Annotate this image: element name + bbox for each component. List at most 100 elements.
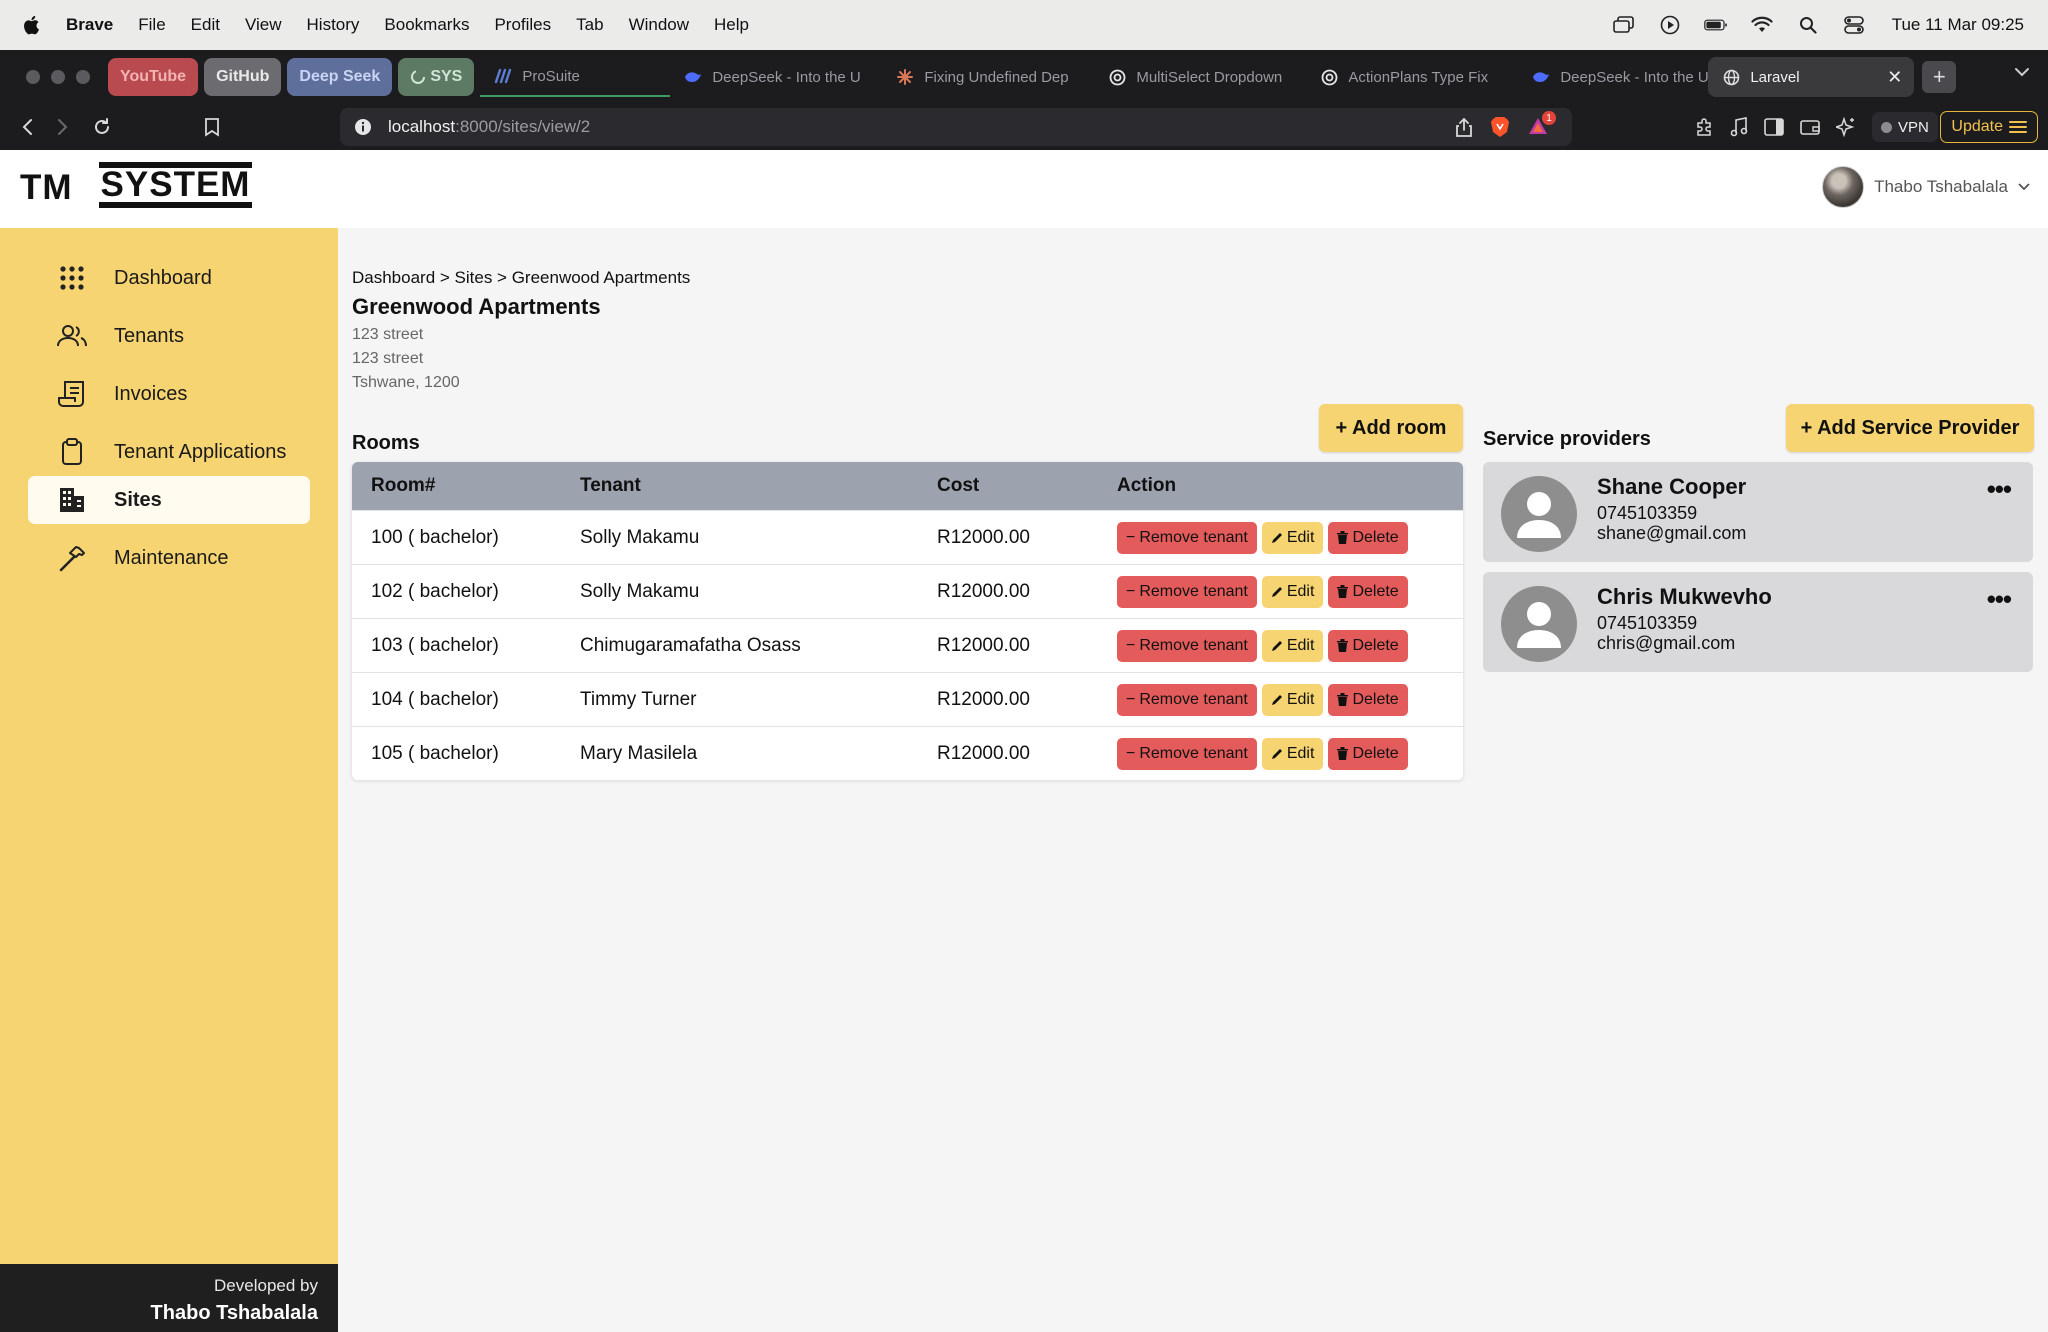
- delete-label: Delete: [1352, 690, 1399, 708]
- bookmark-icon[interactable]: [204, 117, 220, 137]
- sidebar-item-invoices[interactable]: Invoices: [28, 370, 310, 418]
- forward-icon[interactable]: [56, 118, 70, 136]
- pencil-icon: [1271, 532, 1282, 543]
- table-row: 100 ( bachelor) Solly Makamu R12000.00 −…: [352, 510, 1463, 564]
- sidebar-item-dashboard[interactable]: Dashboard: [28, 254, 310, 302]
- minimize-window-button[interactable]: [51, 70, 65, 84]
- edit-button[interactable]: Edit: [1261, 629, 1324, 662]
- menu-app-name[interactable]: Brave: [66, 15, 113, 35]
- user-menu[interactable]: Thabo Tshabalala: [1822, 166, 2030, 208]
- wifi-icon[interactable]: [1750, 13, 1774, 37]
- browser-tab-bar: YouTube GitHub Deep Seek SYS ProSuite De…: [0, 50, 2048, 104]
- spotlight-search-icon[interactable]: [1796, 13, 1820, 37]
- menu-window[interactable]: Window: [629, 15, 689, 35]
- menu-view[interactable]: View: [245, 15, 282, 35]
- sidebar-item-label: Sites: [114, 488, 162, 511]
- media-icon[interactable]: [1730, 117, 1748, 137]
- tab-fixing-undefined[interactable]: Fixing Undefined Dep: [882, 57, 1094, 97]
- share-icon[interactable]: [1456, 117, 1472, 137]
- sidebar-item-maintenance[interactable]: Maintenance: [28, 534, 310, 582]
- extensions-icon[interactable]: [1694, 117, 1714, 137]
- edit-button[interactable]: Edit: [1261, 737, 1324, 770]
- pinned-tab-youtube[interactable]: YouTube: [108, 58, 199, 96]
- menu-help[interactable]: Help: [714, 15, 749, 35]
- battery-icon[interactable]: [1703, 13, 1728, 37]
- sidebar-item-tenant-applications[interactable]: Tenant Applications: [28, 428, 310, 476]
- delete-button[interactable]: Delete: [1328, 575, 1408, 608]
- tab-label: Fixing Undefined Dep: [924, 68, 1069, 86]
- remove-tenant-button[interactable]: − Remove tenant: [1117, 629, 1257, 662]
- delete-button[interactable]: Delete: [1328, 737, 1408, 770]
- url-text[interactable]: localhost:8000/sites/view/2: [388, 117, 590, 137]
- url-field[interactable]: localhost:8000/sites/view/2 1: [340, 108, 1572, 146]
- url-field-actions: 1: [1456, 111, 1556, 138]
- back-icon[interactable]: [20, 118, 34, 136]
- wallet-icon[interactable]: [1800, 118, 1820, 136]
- add-room-button[interactable]: + Add room: [1319, 404, 1463, 452]
- menu-bookmarks[interactable]: Bookmarks: [384, 15, 469, 35]
- edit-button[interactable]: Edit: [1261, 683, 1324, 716]
- table-row: 102 ( bachelor) Solly Makamu R12000.00 −…: [352, 564, 1463, 618]
- provider-email: shane@gmail.com: [1597, 523, 1747, 543]
- sidebar-item-tenants[interactable]: Tenants: [28, 312, 310, 360]
- new-tab-button[interactable]: +: [1922, 61, 1957, 93]
- breadcrumb[interactable]: Dashboard > Sites > Greenwood Apartments: [352, 268, 690, 288]
- menu-profiles[interactable]: Profiles: [494, 15, 551, 35]
- pinned-tab-github[interactable]: GitHub: [204, 58, 282, 96]
- control-center-icon[interactable]: [1842, 13, 1866, 37]
- close-tab-icon[interactable]: ✕: [1887, 67, 1902, 88]
- tab-actionplans[interactable]: ActionPlans Type Fix: [1306, 57, 1518, 97]
- globe-icon: [1722, 68, 1740, 86]
- pinned-tab-sys[interactable]: SYS: [398, 58, 475, 96]
- tab-multiselect[interactable]: MultiSelect Dropdown: [1094, 57, 1306, 97]
- edit-button[interactable]: Edit: [1261, 575, 1324, 608]
- site-info-icon[interactable]: [354, 118, 372, 136]
- menu-edit[interactable]: Edit: [191, 15, 220, 35]
- tab-deepseek-2[interactable]: DeepSeek - Into the U: [1518, 57, 1708, 97]
- remove-tenant-button[interactable]: − Remove tenant: [1117, 683, 1257, 716]
- menu-history[interactable]: History: [307, 15, 360, 35]
- provider-name: Shane Cooper: [1597, 474, 1747, 499]
- brave-rewards-icon[interactable]: 1: [1528, 111, 1556, 137]
- reload-icon[interactable]: [92, 117, 112, 137]
- tab-label: MultiSelect Dropdown: [1136, 68, 1283, 86]
- main-content: [338, 228, 2048, 1332]
- delete-button[interactable]: Delete: [1328, 683, 1408, 716]
- tab-list-chevron-icon[interactable]: [2014, 67, 2030, 77]
- vpn-button[interactable]: VPN: [1872, 112, 1938, 142]
- more-options-icon[interactable]: •••: [1987, 584, 2012, 615]
- tab-deepseek-1[interactable]: DeepSeek - Into the U: [670, 57, 882, 97]
- remove-tenant-button[interactable]: − Remove tenant: [1117, 737, 1257, 770]
- sidebar-item-label: Tenant Applications: [114, 440, 287, 463]
- menubar-clock[interactable]: Tue 11 Mar 09:25: [1892, 15, 2024, 35]
- menu-file[interactable]: File: [138, 15, 165, 35]
- sidebar-item-sites[interactable]: Sites: [28, 476, 310, 524]
- tab-laravel-active[interactable]: Laravel ✕: [1708, 57, 1915, 97]
- play-icon[interactable]: [1658, 13, 1682, 37]
- remove-tenant-button[interactable]: − Remove tenant: [1117, 521, 1257, 554]
- update-button[interactable]: Update: [1940, 111, 2038, 143]
- delete-button[interactable]: Delete: [1328, 629, 1408, 662]
- edit-button[interactable]: Edit: [1261, 521, 1324, 554]
- brave-shields-icon[interactable]: [1490, 116, 1510, 138]
- apple-icon[interactable]: [22, 14, 52, 36]
- sidebar-item-label: Dashboard: [114, 266, 212, 289]
- zoom-window-button[interactable]: [76, 70, 90, 84]
- app-logo[interactable]: TM SYSTEM: [20, 162, 253, 208]
- minus-icon: −: [1126, 528, 1136, 546]
- url-path: :8000/sites/view/2: [455, 117, 591, 136]
- table-row: 103 ( bachelor) Chimugaramafatha Osass R…: [352, 618, 1463, 672]
- service-provider-card: Chris Mukwevho 0745103359 chris@gmail.co…: [1483, 572, 2033, 672]
- sidebar-toggle-icon[interactable]: [1764, 118, 1784, 136]
- more-options-icon[interactable]: •••: [1987, 474, 2012, 505]
- close-window-button[interactable]: [26, 70, 40, 84]
- menu-tab[interactable]: Tab: [576, 15, 603, 35]
- delete-button[interactable]: Delete: [1328, 521, 1408, 554]
- edit-label: Edit: [1286, 636, 1315, 654]
- screen-mirroring-icon[interactable]: [1612, 13, 1636, 37]
- leo-ai-icon[interactable]: [1836, 117, 1856, 137]
- add-service-provider-button[interactable]: + Add Service Provider: [1786, 404, 2034, 452]
- pinned-tab-deepseek[interactable]: Deep Seek: [287, 58, 393, 96]
- remove-tenant-button[interactable]: − Remove tenant: [1117, 575, 1257, 608]
- tab-prosuite[interactable]: ProSuite: [480, 57, 671, 97]
